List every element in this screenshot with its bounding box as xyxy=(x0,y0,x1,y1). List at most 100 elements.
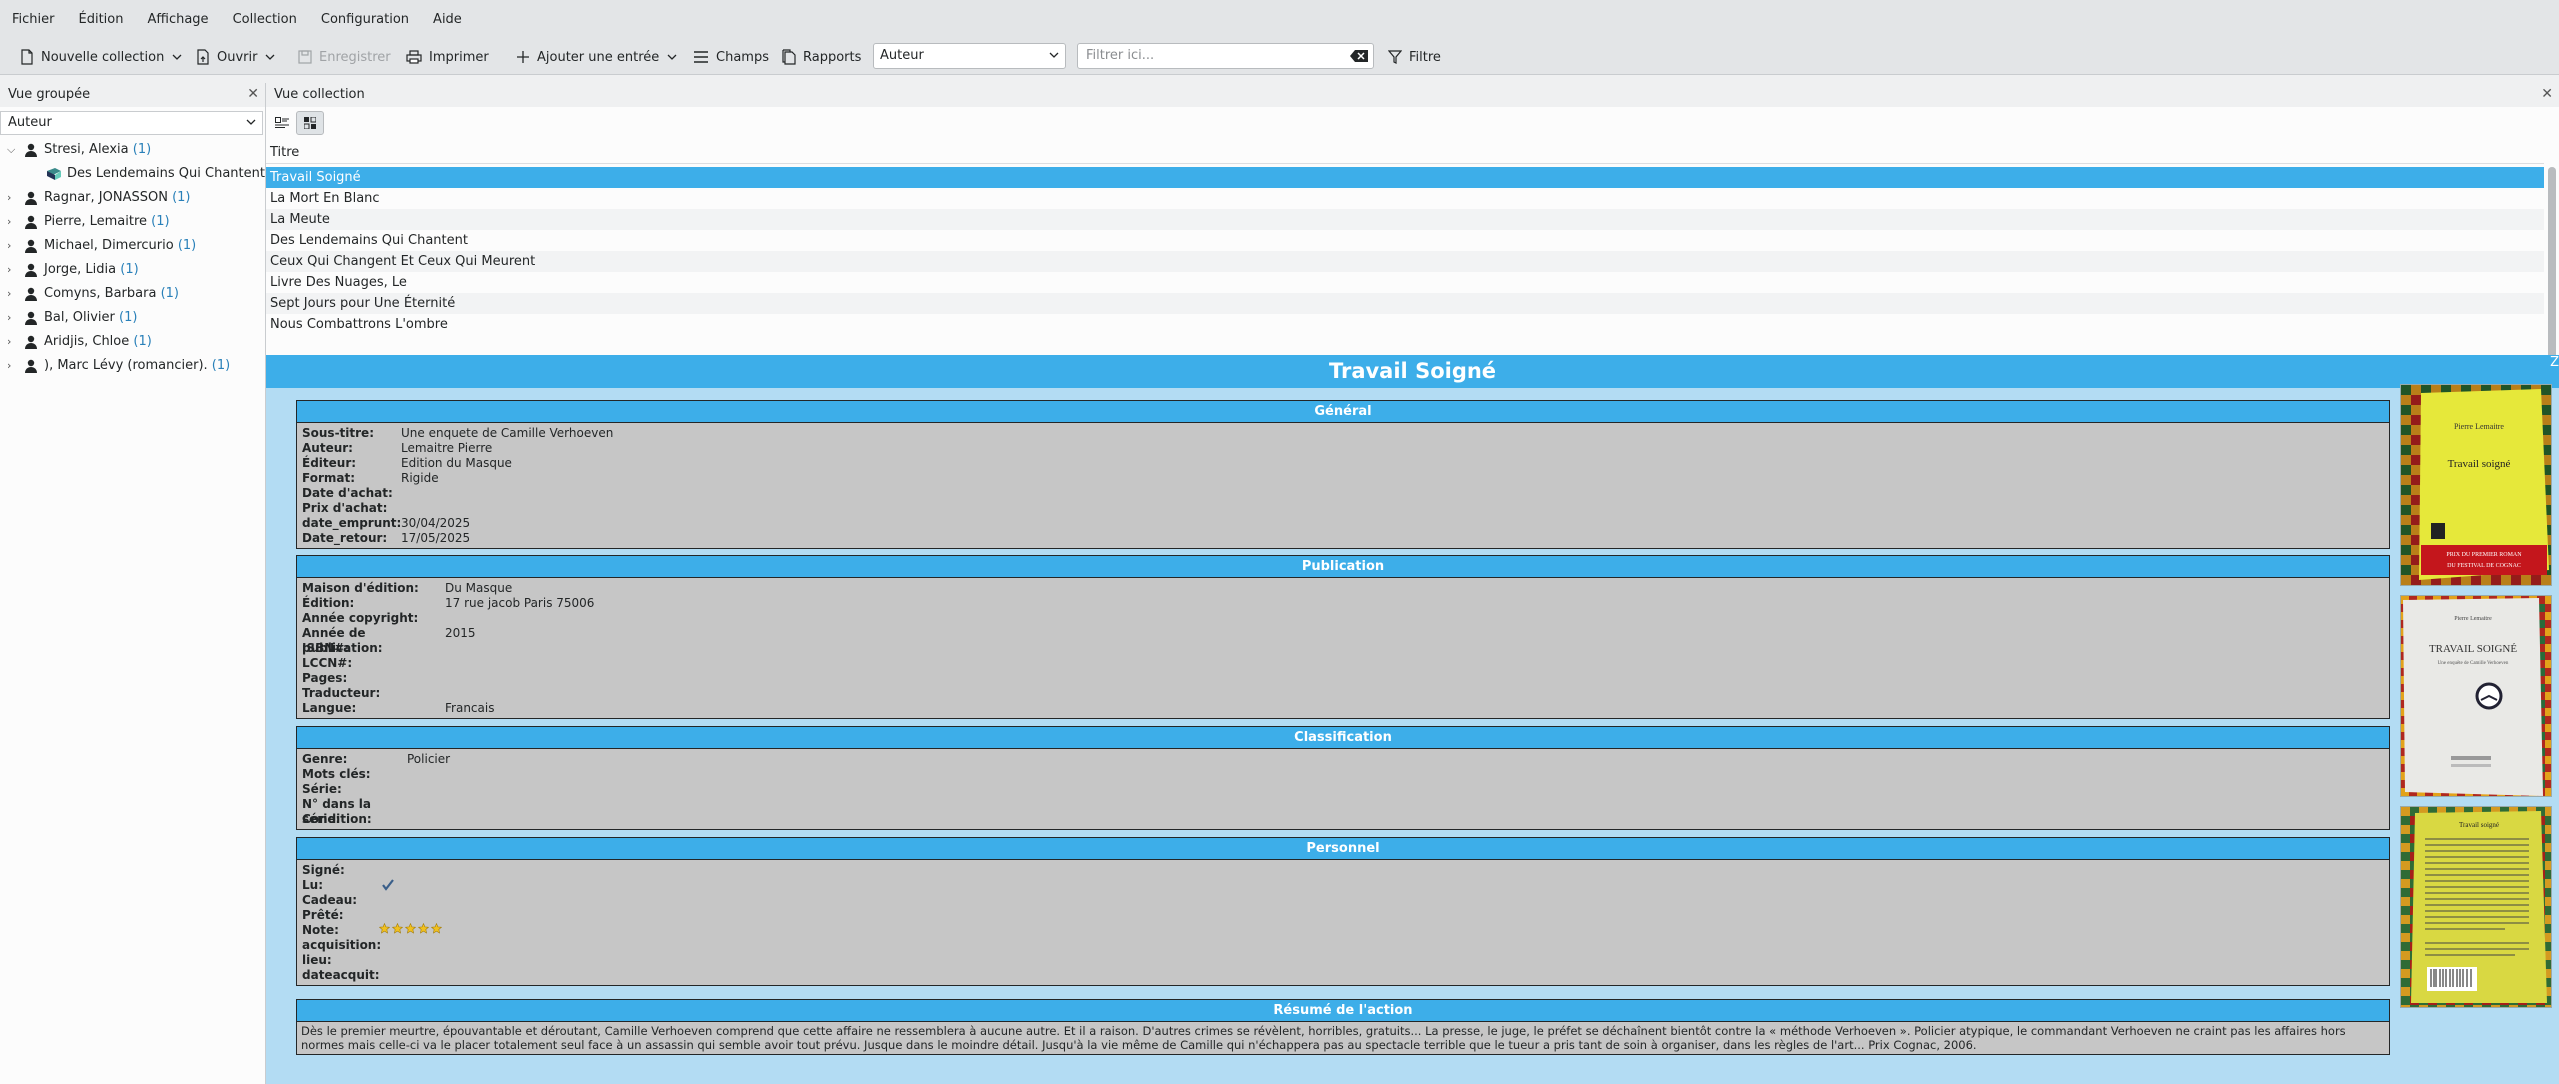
tree-group-item[interactable]: › Bal, Olivier (1) xyxy=(0,306,265,330)
chevron-down-icon[interactable] xyxy=(172,54,182,60)
save-button[interactable]: Enregistrer xyxy=(298,44,391,70)
expand-arrow-icon[interactable]: ⌵ xyxy=(7,138,15,162)
list-item[interactable]: Sept Jours pour Une Éternité xyxy=(266,293,2544,314)
cover-title: Travail soigné xyxy=(2448,458,2511,470)
menu-collection[interactable]: Collection xyxy=(221,0,309,40)
cover-title: TRAVAIL SOIGNÉ xyxy=(2429,643,2517,655)
summary-section: Résumé de l'action Dès le premier meurtr… xyxy=(296,999,2390,1055)
field-label: Traducteur: xyxy=(302,686,381,700)
field-value: Lemaitre Pierre xyxy=(401,441,493,455)
tree-group-count: (1) xyxy=(151,214,170,229)
personnel-section: Personnel Signé: Lu: Cadeau: Prêté: Note… xyxy=(296,837,2390,986)
funnel-icon xyxy=(1388,50,1402,64)
general-section: Général Sous-titre: Une enquete de Camill… xyxy=(296,400,2390,549)
field-value: Francais xyxy=(445,701,495,715)
clear-text-icon[interactable] xyxy=(1350,50,1368,62)
tree-group-item[interactable]: › Michael, Dimercurio (1) xyxy=(0,234,265,258)
tree-group-item[interactable]: › Jorge, Lidia (1) xyxy=(0,258,265,282)
print-button[interactable]: Imprimer xyxy=(406,44,489,70)
star-icon xyxy=(405,923,416,934)
report-icon xyxy=(782,49,796,65)
cover-image-back[interactable]: Travail soigné xyxy=(2400,806,2552,1008)
tree-group-count: (1) xyxy=(132,142,152,157)
expand-arrow-icon[interactable]: › xyxy=(7,258,11,282)
svg-text:PRIX DU PREMIER ROMAN: PRIX DU PREMIER ROMAN xyxy=(2446,552,2522,558)
tree-group-item[interactable]: › Comyns, Barbara (1) xyxy=(0,282,265,306)
field-label: dateacquit: xyxy=(302,968,380,982)
tree-group-label: Stresi, Alexia xyxy=(44,142,129,157)
list-item[interactable]: La Meute xyxy=(266,209,2544,230)
filter-input[interactable]: Filtrer ici... xyxy=(1077,43,1374,69)
tree-group-item[interactable]: › Pierre, Lemaitre (1) xyxy=(0,210,265,234)
tree-group-label: Pierre, Lemaitre xyxy=(44,214,148,229)
star-icon xyxy=(418,923,429,934)
expand-arrow-icon[interactable]: › xyxy=(7,330,11,354)
field-label: Date d'achat: xyxy=(302,486,393,500)
tree-group-count: (1) xyxy=(119,310,138,325)
list-item[interactable]: Ceux Qui Changent Et Ceux Qui Meurent xyxy=(266,251,2544,272)
cover-image-title-page[interactable]: Pierre Lemaitre TRAVAIL SOIGNÉ Une enquê… xyxy=(2400,595,2552,797)
field-label: Prix d'achat: xyxy=(302,501,388,515)
add-entry-button[interactable]: Ajouter une entrée xyxy=(516,44,684,70)
section-heading: Classification xyxy=(297,727,2389,749)
expand-arrow-icon[interactable]: › xyxy=(7,306,11,330)
menu-affichage[interactable]: Affichage xyxy=(135,0,220,40)
field-value: Une enquete de Camille Verhoeven xyxy=(401,426,614,440)
cover-image-front[interactable]: Pierre Lemaitre Travail soigné PRIX DU P… xyxy=(2400,384,2552,586)
group-view-panel: Vue groupée ✕ Auteur ⌵ Stresi, Alexia (1… xyxy=(0,83,266,1084)
chevron-down-icon xyxy=(246,119,256,125)
field-select[interactable]: Auteur xyxy=(873,43,1066,69)
chevron-down-icon[interactable] xyxy=(667,54,677,60)
tree-group-label: Ragnar, JONASSON xyxy=(44,190,168,205)
expand-arrow-icon[interactable]: › xyxy=(7,210,11,234)
close-icon[interactable]: ✕ xyxy=(247,83,259,105)
list-item[interactable]: La Mort En Blanc xyxy=(266,188,2544,209)
menu-configuration[interactable]: Configuration xyxy=(309,0,421,40)
new-collection-button[interactable]: Nouvelle collection xyxy=(20,44,189,70)
tree-child-item[interactable]: Des Lendemains Qui Chantent xyxy=(0,162,265,186)
chevron-down-icon[interactable] xyxy=(265,54,275,60)
reports-button[interactable]: Rapports xyxy=(782,44,861,70)
detail-view-button[interactable] xyxy=(268,111,296,135)
field-value: Edition du Masque xyxy=(401,456,512,470)
tree-group-item[interactable]: ⌵ Stresi, Alexia (1) xyxy=(0,138,265,162)
group-by-select[interactable]: Auteur xyxy=(0,111,263,135)
open-button[interactable]: Ouvrir xyxy=(196,44,282,70)
field-label: Note: xyxy=(302,923,339,937)
cover-title: Travail soigné xyxy=(2459,821,2499,829)
filter-button[interactable]: Filtre xyxy=(1388,44,1441,70)
fields-button[interactable]: Champs xyxy=(693,44,769,70)
expand-arrow-icon[interactable]: › xyxy=(7,234,11,258)
close-icon[interactable]: ✕ xyxy=(2541,83,2553,105)
field-label: date_emprunt: xyxy=(302,516,402,530)
list-item[interactable]: Des Lendemains Qui Chantent xyxy=(266,230,2544,251)
column-header-titre[interactable]: Titre xyxy=(266,142,2544,164)
entry-detail-view: Travail Soigné Z Général Sous-titre: Une … xyxy=(266,355,2559,1084)
field-label: N° dans la série: xyxy=(302,797,371,826)
classification-section: Classification Genre: Policier Mots clés:… xyxy=(296,726,2390,830)
list-item-selected[interactable]: Travail Soigné xyxy=(266,167,2544,188)
list-item[interactable]: Livre Des Nuages, Le xyxy=(266,272,2544,293)
field-label: LCCN#: xyxy=(302,656,353,670)
expand-arrow-icon[interactable]: › xyxy=(7,354,11,378)
field-label: Maison d'édition: xyxy=(302,581,419,595)
menu-fichier[interactable]: Fichier xyxy=(0,0,67,40)
tree-group-item[interactable]: › Aridjis, Chloe (1) xyxy=(0,330,265,354)
field-label: lieu: xyxy=(302,953,332,967)
cover-back-image: Travail soigné xyxy=(2401,807,2551,1007)
field-value: 30/04/2025 xyxy=(401,516,471,530)
printer-icon xyxy=(406,50,422,64)
fields-label: Champs xyxy=(716,49,769,65)
menu-aide[interactable]: Aide xyxy=(421,0,474,40)
rating-stars xyxy=(379,923,442,938)
expand-arrow-icon[interactable]: › xyxy=(7,186,11,210)
tree-group-item[interactable]: › ), Marc Lévy (romancier). (1) xyxy=(0,354,265,378)
list-item[interactable]: Nous Combattrons L'ombre xyxy=(266,314,2544,335)
view-mode-toggle xyxy=(268,111,324,135)
icon-view-button[interactable] xyxy=(296,111,324,135)
grid-icon xyxy=(304,117,316,129)
filter-label: Filtre xyxy=(1409,49,1441,65)
expand-arrow-icon[interactable]: › xyxy=(7,282,11,306)
tree-group-item[interactable]: › Ragnar, JONASSON (1) xyxy=(0,186,265,210)
menu-edition[interactable]: Édition xyxy=(67,0,136,40)
